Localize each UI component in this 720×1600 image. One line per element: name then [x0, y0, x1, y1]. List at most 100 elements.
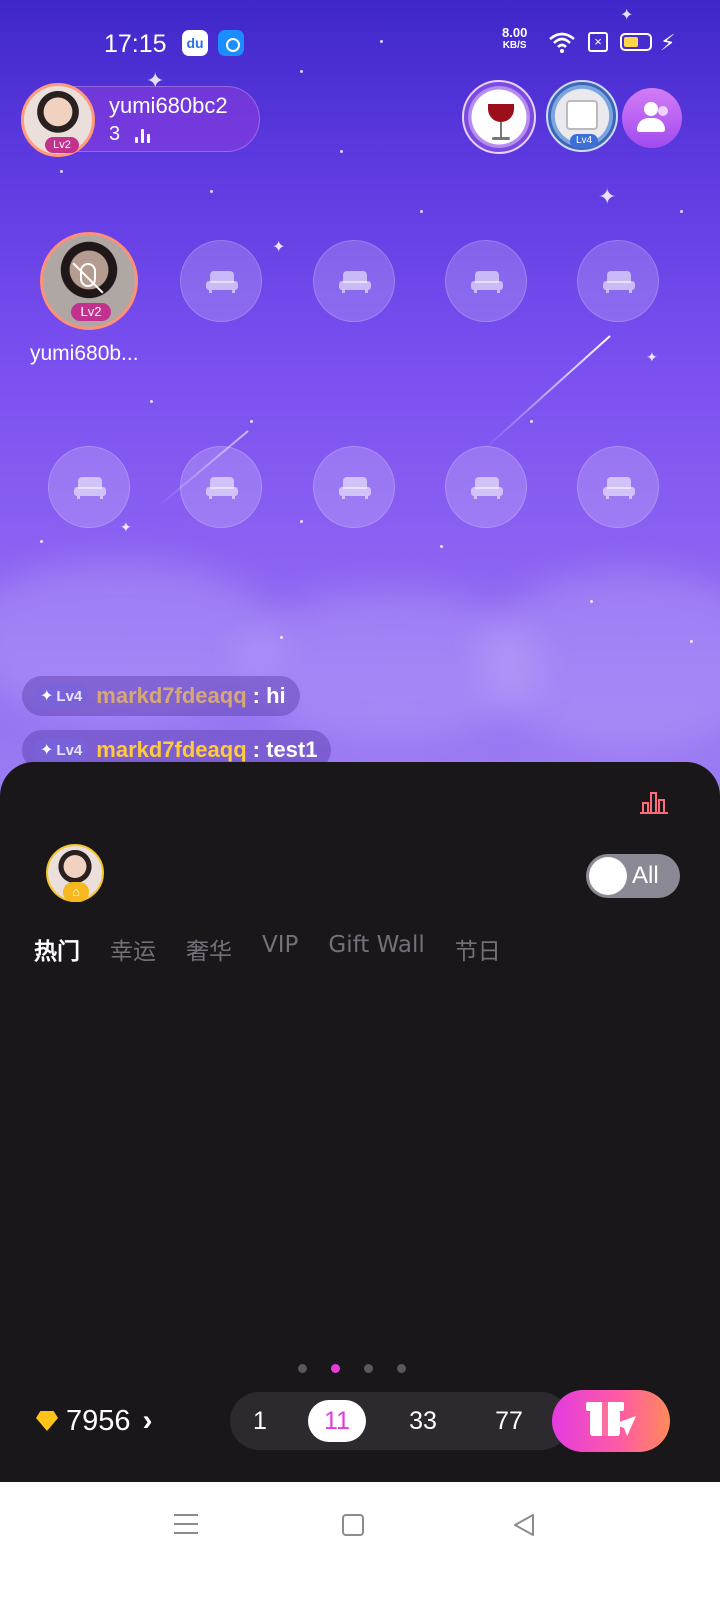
quantity-option[interactable]: 1 — [244, 1400, 276, 1442]
empty-seat[interactable] — [313, 240, 395, 322]
page-dot — [298, 1364, 307, 1373]
star-decoration — [280, 636, 283, 639]
online-count: 3 — [109, 123, 121, 145]
gift-panel: ⌂ All 热门 幸运 奢华 VIP Gift Wall 节日 7956 › 1… — [0, 762, 720, 1482]
back-icon[interactable] — [512, 1512, 536, 1538]
diamond-icon — [36, 1411, 58, 1431]
room-members-button[interactable] — [622, 88, 682, 148]
star-decoration — [60, 170, 63, 173]
tab-lucky[interactable]: 幸运 — [110, 932, 156, 966]
wine-glass-badge[interactable] — [462, 80, 536, 154]
all-recipients-toggle[interactable]: All — [586, 854, 680, 898]
ranking-icon[interactable] — [640, 788, 668, 814]
quantity-option-selected[interactable]: 11 — [308, 1400, 366, 1442]
host-name: yumi680bc2 — [109, 93, 228, 118]
empty-seat[interactable] — [180, 240, 262, 322]
wifi-icon — [549, 32, 575, 53]
sofa-icon — [339, 477, 371, 499]
star-decoration — [210, 190, 213, 193]
mug-badge[interactable]: Lv4 — [546, 80, 618, 152]
baidu-app-icon: du — [182, 30, 208, 56]
page-indicator — [298, 1364, 406, 1373]
sparkle-decoration: ✦ — [620, 7, 634, 24]
star-decoration — [420, 210, 423, 213]
cloud-decoration — [480, 570, 720, 750]
empty-seat[interactable] — [445, 446, 527, 528]
voice-room-background: ✦ ✦ ✦ ✦ ✦ ✦ 17:15 du 8.00 KB/S × ⚡ Lv2 y… — [0, 0, 720, 800]
quantity-option[interactable]: 33 — [400, 1400, 446, 1442]
seat-host[interactable]: Lv2 — [40, 232, 138, 330]
page-dot — [397, 1364, 406, 1373]
mug-badge-level: Lv4 — [570, 134, 598, 148]
quantity-selector: 1 11 33 77 — [230, 1392, 570, 1450]
gift-category-tabs: 热门 幸运 奢华 VIP Gift Wall 节日 — [34, 932, 501, 966]
star-decoration — [300, 70, 303, 73]
star-decoration — [690, 640, 693, 643]
page-dot — [364, 1364, 373, 1373]
empty-seat[interactable] — [445, 240, 527, 322]
star-decoration — [340, 150, 343, 153]
tab-luxury[interactable]: 奢华 — [186, 932, 232, 966]
sofa-icon — [339, 271, 371, 293]
star-decoration — [680, 210, 683, 213]
diamond-balance[interactable]: 7956 › — [36, 1404, 153, 1438]
seat-host-name: yumi680b... — [30, 342, 139, 365]
empty-seat[interactable] — [577, 446, 659, 528]
sparkle-decoration: ✦ — [120, 519, 132, 535]
sparkle-decoration: ✦ — [272, 239, 286, 256]
star-decoration — [40, 540, 43, 543]
audio-level-icon — [135, 127, 153, 143]
tab-festival[interactable]: 节日 — [455, 932, 501, 966]
users-icon — [658, 106, 668, 116]
recent-apps-icon[interactable] — [174, 1512, 198, 1536]
sofa-icon — [603, 271, 635, 293]
app-icon — [218, 30, 244, 56]
sofa-icon — [206, 271, 238, 293]
chat-level: Lv4 — [56, 687, 83, 705]
send-gift-button[interactable] — [552, 1390, 670, 1452]
star-decoration — [150, 400, 153, 403]
status-bar: 17:15 du 8.00 KB/S × ⚡ — [0, 25, 720, 60]
sofa-icon — [603, 477, 635, 499]
host-info-pill[interactable]: Lv2 yumi680bc2 3 — [21, 83, 260, 157]
status-time: 17:15 — [104, 30, 167, 58]
mug-icon — [566, 100, 598, 130]
tab-vip[interactable]: VIP — [262, 932, 298, 966]
toggle-knob — [589, 857, 627, 895]
star-decoration — [590, 600, 593, 603]
network-speed-unit: KB/S — [502, 40, 527, 51]
tab-hot[interactable]: 热门 — [34, 932, 80, 966]
battery-level — [624, 37, 639, 47]
empty-seat[interactable] — [313, 446, 395, 528]
sparkle-decoration: ✦ — [598, 184, 617, 209]
network-speed-value: 8.00 — [502, 25, 528, 40]
page-dot-active — [331, 1364, 340, 1373]
chat-username[interactable]: markd7fdeaqq — [96, 737, 246, 763]
chat-username[interactable]: markd7fdeaqq — [96, 683, 246, 709]
chevron-right-icon: › — [142, 1404, 153, 1437]
sparkle-icon: ✦ — [40, 742, 54, 759]
toggle-label: All — [632, 862, 659, 889]
balance-value: 7956 — [66, 1404, 131, 1437]
charging-icon: ⚡ — [660, 30, 676, 55]
host-level-badge: Lv2 — [45, 137, 79, 153]
chat-text: : test1 — [252, 737, 318, 762]
star-decoration — [250, 420, 253, 423]
quantity-option[interactable]: 77 — [486, 1400, 532, 1442]
empty-seat[interactable] — [48, 446, 130, 528]
empty-seat[interactable] — [577, 240, 659, 322]
home-button-icon[interactable] — [342, 1514, 364, 1536]
sparkle-icon: ✦ — [40, 688, 54, 705]
tab-gift-wall[interactable]: Gift Wall — [328, 932, 424, 966]
chat-level: Lv4 — [56, 741, 83, 759]
chat-message: ✦ Lv4 markd7fdeaqq : hi — [22, 676, 300, 716]
chat-level-badge: ✦ Lv4 — [34, 738, 89, 762]
star-decoration — [300, 520, 303, 523]
empty-seat[interactable] — [180, 446, 262, 528]
meteor-decoration — [482, 335, 611, 451]
gift-recipient-avatar[interactable]: ⌂ — [46, 844, 104, 902]
sofa-icon — [471, 271, 503, 293]
battery-icon — [620, 33, 652, 51]
sofa-icon — [471, 477, 503, 499]
sofa-icon — [74, 477, 106, 499]
